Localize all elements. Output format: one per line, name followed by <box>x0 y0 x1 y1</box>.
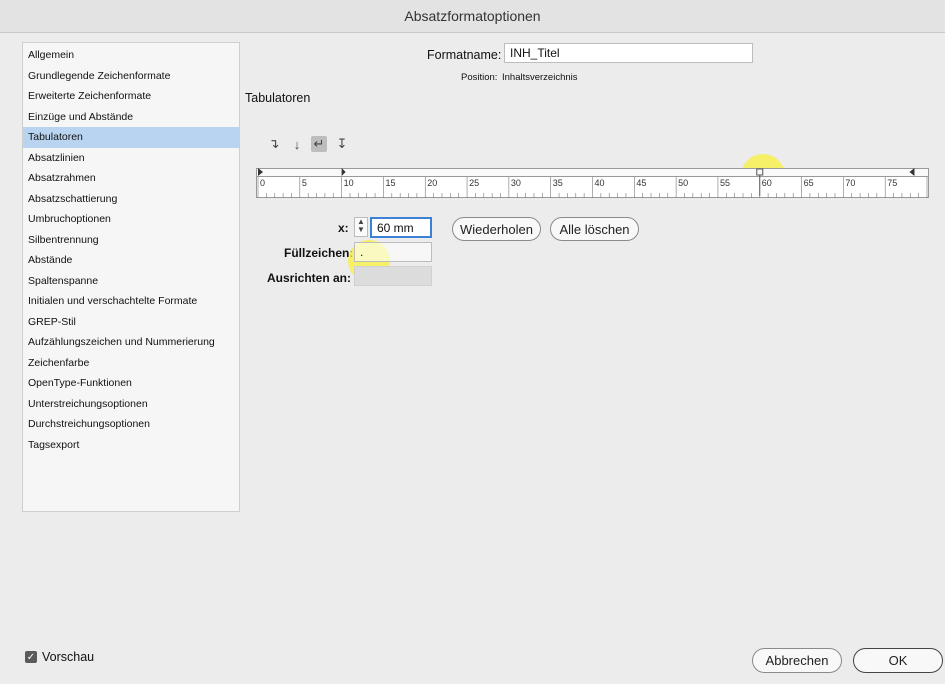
align-left-tab-icon[interactable]: ↴ <box>266 136 282 152</box>
sidebar-item[interactable]: Absatzrahmen <box>23 168 239 189</box>
preview-checkbox[interactable]: ✓ <box>25 651 37 663</box>
x-position-input[interactable]: 60 mm <box>370 217 432 238</box>
sidebar-item[interactable]: Einzüge und Abstände <box>23 107 239 128</box>
align-right-tab-icon[interactable]: ↵ <box>311 136 327 152</box>
category-sidebar: Allgemein Grundlegende Zeichenformate Erwe… <box>22 42 240 512</box>
x-label: x: <box>338 221 349 235</box>
align-decimal-tab-icon[interactable]: ↧ <box>334 136 350 152</box>
fill-char-input[interactable]: . <box>354 242 432 262</box>
sidebar-item[interactable]: Tagsexport <box>23 435 239 456</box>
sidebar-item[interactable]: Erweiterte Zeichenformate <box>23 86 239 107</box>
sidebar-item[interactable]: Allgemein <box>23 45 239 66</box>
sidebar-item[interactable]: Aufzählungszeichen und Nummerierung <box>23 332 239 353</box>
sidebar-item[interactable]: Spaltenspanne <box>23 271 239 292</box>
sidebar-item[interactable]: OpenType-Funktionen <box>23 373 239 394</box>
ok-button[interactable]: OK <box>853 648 943 673</box>
preview-label: Vorschau <box>42 650 95 664</box>
align-on-input <box>354 266 432 286</box>
repeat-button[interactable]: Wiederholen <box>452 217 541 241</box>
window-title: Absatzformatoptionen <box>404 8 541 24</box>
sidebar-item[interactable]: Zeichenfarbe <box>23 353 239 374</box>
formatname-label: Formatname: <box>427 48 502 62</box>
sidebar-item[interactable]: Tabulatoren <box>23 127 239 148</box>
tab-ruler[interactable]: 0 5 10 15 20 25 30 35 40 45 50 55 60 65 70 75 <box>256 168 929 198</box>
sidebar-item[interactable]: Abstände <box>23 250 239 271</box>
position-value: Inhaltsverzeichnis <box>502 72 578 83</box>
tab-stop-marker[interactable] <box>756 168 764 196</box>
fill-char-label: Füllzeichen: <box>284 246 354 260</box>
x-stepper[interactable]: ▲ ▼ <box>354 217 368 237</box>
sidebar-item[interactable]: Grundlegende Zeichenformate <box>23 66 239 87</box>
sidebar-item[interactable]: Durchstreichungsoptionen <box>23 414 239 435</box>
window-titlebar: Absatzformatoptionen <box>0 0 945 33</box>
sidebar-item[interactable]: GREP-Stil <box>23 312 239 333</box>
sidebar-item[interactable]: Unterstreichungsoptionen <box>23 394 239 415</box>
formatname-input[interactable]: INH_Titel <box>504 43 753 63</box>
sidebar-item[interactable]: Silbentrennung <box>23 230 239 251</box>
sidebar-item[interactable]: Absatzschattierung <box>23 189 239 210</box>
first-line-indent-marker[interactable] <box>341 168 346 176</box>
cancel-button[interactable]: Abbrechen <box>752 648 842 673</box>
right-indent-marker[interactable] <box>909 168 915 176</box>
align-on-label: Ausrichten an: <box>267 271 352 285</box>
sidebar-item[interactable]: Umbruchoptionen <box>23 209 239 230</box>
sidebar-item[interactable]: Absatzlinien <box>23 148 239 169</box>
sidebar-item[interactable]: Initialen und verschachtelte Formate <box>23 291 239 312</box>
clear-all-button[interactable]: Alle löschen <box>550 217 639 241</box>
ruler-markers <box>257 168 928 198</box>
align-center-tab-icon[interactable]: ↓ <box>289 136 305 152</box>
position-label: Position: <box>461 72 498 83</box>
section-title: Tabulatoren <box>245 91 311 105</box>
left-indent-marker[interactable] <box>258 168 263 176</box>
